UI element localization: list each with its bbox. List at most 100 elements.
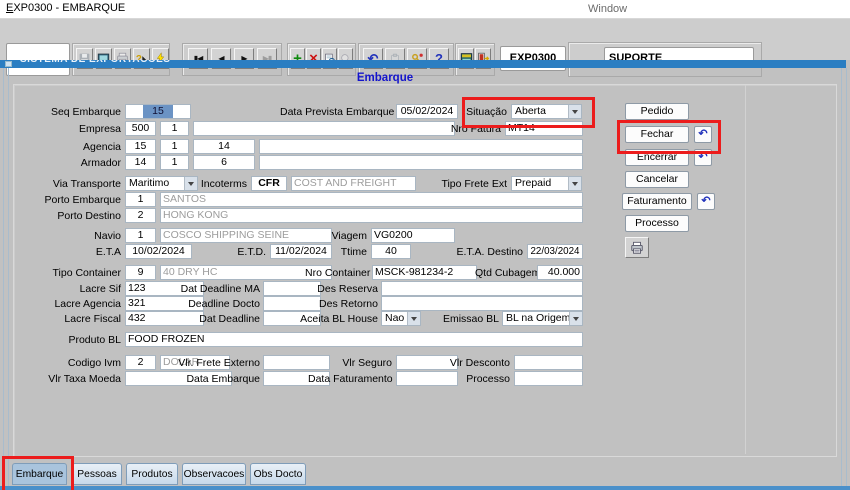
vlr-frete-externo-field[interactable] — [263, 355, 330, 370]
eta-label: E.T.A — [95, 246, 121, 258]
chevron-down-icon — [407, 312, 420, 325]
agencia-field-3[interactable]: 14 — [193, 139, 255, 154]
vlr-seguro-label: Vlr Seguro — [342, 357, 392, 369]
faturamento-undo-button[interactable]: ↶ — [697, 193, 715, 210]
lacre-agencia-label: Lacre Agencia — [54, 298, 121, 310]
annotation-fechar — [617, 120, 721, 154]
application-window: EXP0300 - EMBARQUE Window ? ▮◀ ◀ ▶ ▶▮ + … — [0, 0, 850, 490]
empresa-field-2[interactable]: 1 — [160, 121, 189, 136]
armador-label: Armador — [80, 157, 121, 169]
incoterms-code-field[interactable]: CFR — [251, 176, 287, 191]
armador-field-3[interactable]: 6 — [193, 155, 255, 170]
navio-label: Navio — [94, 230, 121, 242]
eta-field[interactable]: 10/02/2024 — [125, 244, 192, 259]
data-faturamento-label: Data Faturamento — [308, 373, 393, 385]
deadline-docto-label: Deadline Docto — [188, 298, 260, 310]
via-transporte-label: Via Transporte — [52, 178, 121, 190]
codigo-ivm-code-field[interactable]: 2 — [125, 355, 156, 370]
ttime-label: Ttime — [340, 246, 367, 258]
print-report-button[interactable] — [625, 237, 649, 258]
emissao-bl-label: Emissao BL — [442, 313, 499, 325]
porto-embarque-code-field[interactable]: 1 — [125, 192, 156, 207]
vlr-frete-externo-label: Vlr. Frete Externo — [178, 357, 260, 369]
des-reserva-label: Des Reserva — [317, 283, 378, 295]
cancelar-button[interactable]: Cancelar — [625, 171, 689, 188]
vlr-desconto-field[interactable] — [514, 355, 583, 370]
armador-field-4[interactable] — [259, 155, 583, 170]
processo-field[interactable] — [514, 371, 583, 386]
dat-deadline-label: Dat Deadline — [199, 313, 260, 325]
tab-produtos[interactable]: Produtos — [126, 463, 178, 485]
via-transporte-select[interactable]: Maritimo — [125, 176, 198, 191]
aceita-bl-house-value: Nao — [385, 312, 405, 324]
annotation-tab-embarque — [2, 456, 74, 490]
tipo-container-label: Tipo Container — [52, 267, 121, 279]
emissao-bl-value: BL na Origem — [506, 312, 571, 324]
des-retorno-label: Des Retorno — [319, 298, 378, 310]
seq-embarque-field[interactable]: 15 — [125, 104, 191, 119]
empresa-field-1[interactable]: 500 — [125, 121, 156, 136]
data-prevista-label: Data Prevista Embarque — [280, 106, 395, 118]
viagem-field[interactable]: VG0200 — [371, 228, 455, 243]
porto-embarque-desc-field: SANTOS — [160, 192, 583, 207]
tipo-container-code-field[interactable]: 9 — [125, 265, 156, 280]
chevron-down-icon — [569, 312, 582, 325]
window-title: EXP0300 - EMBARQUE — [6, 2, 126, 14]
incoterms-label: Incoterms — [200, 178, 247, 190]
window-bottom-strip — [0, 486, 850, 490]
agencia-field-1[interactable]: 15 — [125, 139, 156, 154]
faturamento-button[interactable]: Faturamento — [622, 193, 692, 210]
dat-deadline-ma-label: Dat Deadline MA — [180, 283, 260, 295]
window-left-edge-inner — [8, 68, 9, 486]
tab-observacoes[interactable]: Observacoes — [182, 463, 246, 485]
navio-desc-field: COSCO SHIPPING SEINE — [160, 228, 332, 243]
menu-window[interactable]: Window — [588, 3, 627, 15]
agencia-field-4[interactable] — [259, 139, 583, 154]
tipo-frete-ext-value: Prepaid — [515, 177, 552, 189]
emissao-bl-select[interactable]: BL na Origem — [502, 311, 583, 326]
nro-container-label: Nro Container — [305, 267, 371, 279]
processo-button[interactable]: Processo — [625, 215, 689, 232]
tab-obs-docto[interactable]: Obs Docto — [250, 463, 306, 485]
porto-embarque-label: Porto Embarque — [44, 194, 121, 206]
tab-pessoas[interactable]: Pessoas — [72, 463, 122, 485]
vlr-desconto-label: Vlr Desconto — [449, 357, 510, 369]
agencia-label: Agencia — [83, 141, 121, 153]
agencia-field-2[interactable]: 1 — [160, 139, 189, 154]
porto-destino-label: Porto Destino — [57, 210, 121, 222]
ttime-field[interactable]: 40 — [371, 244, 411, 259]
produto-bl-label: Produto BL — [68, 334, 121, 346]
panel-divider — [745, 85, 746, 454]
porto-destino-code-field[interactable]: 2 — [125, 208, 156, 223]
etd-label: E.T.D. — [237, 246, 266, 258]
annotation-situacao — [462, 97, 595, 128]
tipo-frete-ext-select[interactable]: Prepaid — [511, 176, 582, 191]
window-right-edge-inner — [841, 68, 842, 486]
etd-field[interactable]: 11/02/2024 — [270, 244, 332, 259]
des-reserva-field[interactable] — [381, 281, 583, 296]
armador-field-1[interactable]: 14 — [125, 155, 156, 170]
des-retorno-field[interactable] — [381, 296, 583, 311]
printer-icon — [631, 241, 643, 254]
aceita-bl-house-label: Aceita BL House — [300, 313, 378, 325]
pedido-button[interactable]: Pedido — [625, 103, 689, 120]
undo-icon: ↶ — [701, 195, 711, 207]
armador-field-2[interactable]: 1 — [160, 155, 189, 170]
navio-code-field[interactable]: 1 — [125, 228, 156, 243]
mdi-title-bar: SISTEMA DE EXPORTACOES — [0, 60, 846, 68]
lacre-fiscal-label: Lacre Fiscal — [64, 313, 121, 325]
empresa-label: Empresa — [78, 123, 121, 135]
produto-bl-field[interactable]: FOOD FROZEN — [125, 332, 583, 347]
eta-destino-label: E.T.A. Destino — [456, 246, 523, 258]
tipo-frete-ext-label: Tipo Frete Ext — [441, 178, 507, 190]
nro-container-field[interactable]: MSCK-981234-2 — [372, 265, 477, 280]
data-embarque-label: Data Embarque — [186, 373, 260, 385]
mdi-title: SISTEMA DE EXPORTACOES — [20, 60, 846, 65]
empresa-field-3[interactable] — [193, 121, 455, 136]
window-icon — [5, 61, 12, 67]
viagem-label: Viagem — [331, 230, 367, 242]
aceita-bl-house-select[interactable]: Nao — [381, 311, 421, 326]
eta-destino-field[interactable]: 22/03/2024 — [527, 244, 583, 259]
qtd-cubagem-field[interactable]: 40.000 — [537, 265, 583, 280]
data-prevista-field[interactable]: 05/02/2024 — [396, 104, 458, 119]
